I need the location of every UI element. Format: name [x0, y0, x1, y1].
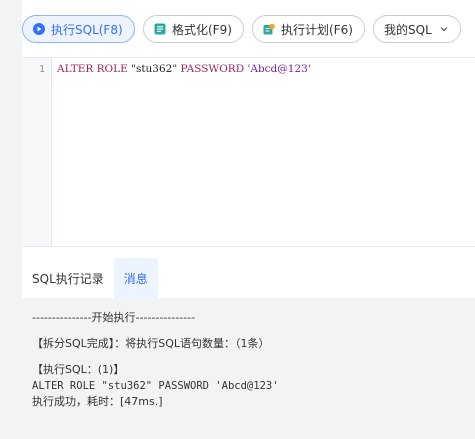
sql-workspace: 执行SQL(F8) 格式化(F9) 执行计划(F6) 我的SQL 1 ALTER… [22, 0, 475, 439]
play-icon [33, 23, 45, 35]
console-start-line: ---------------开始执行--------------- [32, 311, 196, 324]
line-number: 1 [38, 64, 45, 75]
my-sql-dropdown[interactable]: 我的SQL [373, 15, 461, 43]
tab-messages[interactable]: 消息 [113, 258, 158, 298]
message-console: ---------------开始执行--------------- 【拆分SQ… [22, 298, 475, 439]
chevron-down-icon [438, 23, 450, 35]
format-icon [154, 23, 166, 35]
password-token: 'Abcd@123' [247, 63, 311, 75]
result-tabs: SQL执行记录 消息 [22, 258, 475, 298]
my-sql-label: 我的SQL [384, 22, 432, 37]
toolbar: 执行SQL(F8) 格式化(F9) 执行计划(F6) 我的SQL [22, 0, 475, 57]
console-exec-header: 【执行SQL：(1)】 [32, 363, 125, 376]
role-name-token: "stu362" [131, 63, 178, 75]
plan-icon [263, 23, 275, 35]
console-result-line: 执行成功，耗时：[47ms.] [32, 395, 163, 408]
console-split-line: 【拆分SQL完成】：将执行SQL语句数量：（1条） [32, 337, 270, 350]
plan-label: 执行计划(F6) [281, 22, 353, 37]
line-gutter: 1 [22, 58, 52, 246]
tab-sql-history[interactable]: SQL执行记录 [22, 258, 114, 298]
keyword-password: PASSWORD [177, 63, 248, 75]
format-button[interactable]: 格式化(F9) [143, 15, 244, 43]
keyword-alter-role: ALTER ROLE [57, 63, 132, 75]
execution-plan-button[interactable]: 执行计划(F6) [252, 15, 365, 43]
code-line[interactable]: ALTER ROLE "stu362" PASSWORD 'Abcd@123' [57, 63, 311, 75]
sql-editor[interactable]: 1 ALTER ROLE "stu362" PASSWORD 'Abcd@123… [22, 57, 475, 247]
format-label: 格式化(F9) [172, 22, 232, 37]
run-sql-button[interactable]: 执行SQL(F8) [22, 15, 135, 43]
run-sql-label: 执行SQL(F8) [51, 22, 123, 37]
console-sql-line: ALTER ROLE "stu362" PASSWORD 'Abcd@123' [32, 380, 279, 392]
